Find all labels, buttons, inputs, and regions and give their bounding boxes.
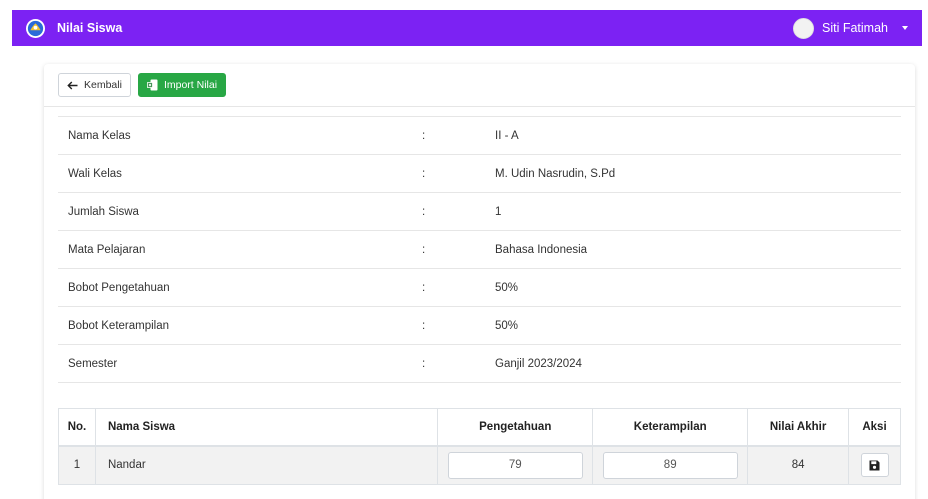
navbar-brand[interactable]: Nilai Siswa [26,18,123,38]
info-separator: : [422,243,426,256]
info-row-nama-kelas: Nama Kelas : II - A [58,117,901,155]
save-button[interactable] [860,453,889,478]
info-separator: : [422,167,426,180]
card-header: Kembali Import Nilai [44,64,915,107]
user-name: Siti Fatimah [822,21,888,35]
info-row-bobot-pengetahuan: Bobot Pengetahuan : 50% [58,269,901,307]
info-label: Bobot Pengetahuan [68,281,170,294]
info-value: Ganjil 2023/2024 [495,357,582,370]
info-separator: : [422,205,426,218]
column-header-nilai-akhir: Nilai Akhir [747,408,850,447]
info-value: II - A [495,129,519,142]
info-label: Nama Kelas [68,129,131,142]
grades-table: No. Nama Siswa Pengetahuan Keterampilan … [58,408,901,485]
info-label: Bobot Keterampilan [68,319,170,332]
table-header-row: No. Nama Siswa Pengetahuan Keterampilan … [58,408,901,447]
info-label: Jumlah Siswa [68,205,139,218]
import-grades-button[interactable]: Import Nilai [137,73,227,97]
info-row-bobot-keterampilan: Bobot Keterampilan : 50% [58,307,901,345]
caret-down-icon [902,26,908,30]
save-icon [869,460,880,471]
tut-wuri-handayani-logo-icon [26,18,45,38]
user-menu[interactable]: Siti Fatimah [793,17,908,39]
pengetahuan-cell [437,445,594,485]
column-header-nama-siswa: Nama Siswa [94,408,439,447]
row-number: 1 [58,445,96,485]
avatar [793,17,814,39]
info-value: Bahasa Indonesia [495,243,588,256]
app-title: Nilai Siswa [57,21,123,35]
info-separator: : [422,357,426,370]
info-separator: : [422,281,426,294]
back-label: Kembali [84,79,122,91]
nilai-akhir-value: 84 [747,445,850,485]
info-label: Wali Kelas [68,167,122,180]
info-row-jumlah-siswa: Jumlah Siswa : 1 [58,193,901,231]
keterampilan-input[interactable] [602,451,738,479]
info-value: M. Udin Nasrudin, S.Pd [495,167,616,180]
back-button[interactable]: Kembali [58,73,131,97]
action-cell [848,445,901,485]
column-header-keterampilan: Keterampilan [592,408,749,447]
info-row-semester: Semester : Ganjil 2023/2024 [58,345,901,383]
file-import-icon [147,79,158,91]
info-separator: : [422,319,426,332]
info-label: Mata Pelajaran [68,243,146,256]
info-row-wali-kelas: Wali Kelas : M. Udin Nasrudin, S.Pd [58,155,901,193]
pengetahuan-input[interactable] [447,451,583,479]
info-value: 50% [495,319,519,332]
navbar: Nilai Siswa Siti Fatimah [12,10,922,46]
class-info-table: Nama Kelas : II - A Wali Kelas : M. Udin… [58,116,901,383]
column-header-aksi: Aksi [848,408,901,447]
info-value: 1 [495,205,502,218]
import-label: Import Nilai [163,79,218,91]
column-header-pengetahuan: Pengetahuan [437,408,594,447]
info-separator: : [422,129,426,142]
grades-card: Kembali Import Nilai Nama Kelas : II - A… [44,64,915,499]
info-row-mata-pelajaran: Mata Pelajaran : Bahasa Indonesia [58,231,901,269]
table-row: 1 Nandar 84 [58,445,901,485]
column-header-no: No. [58,408,96,447]
info-value: 50% [495,281,519,294]
info-label: Semester [68,357,118,370]
keterampilan-cell [592,445,749,485]
arrow-left-icon [67,81,78,89]
student-name: Nandar [94,445,439,485]
